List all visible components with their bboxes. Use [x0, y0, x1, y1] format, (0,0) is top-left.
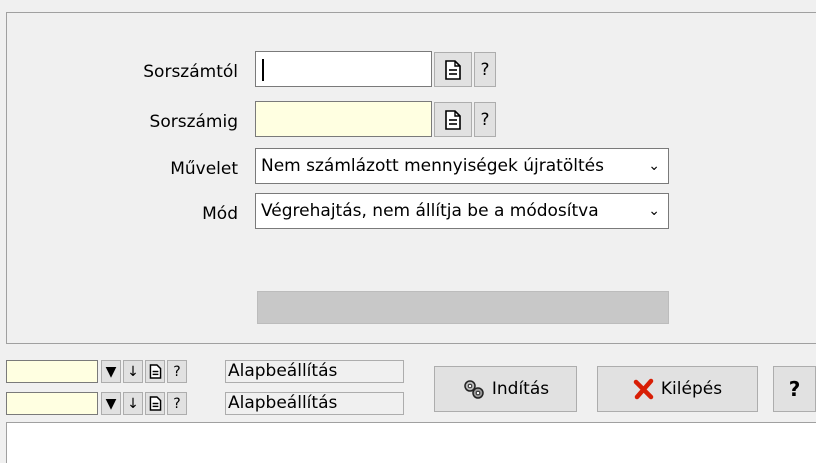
mode-value: Végrehajtás, nem állítja be a módosítva	[261, 201, 599, 221]
dropdown-arrow-icon: ▼	[105, 363, 117, 380]
to-number-help-button[interactable]: ?	[474, 102, 496, 137]
settings-row-1-download-button[interactable]: ↓	[123, 360, 143, 383]
document-icon	[445, 59, 461, 80]
from-number-picker-button[interactable]	[434, 52, 472, 87]
document-icon	[149, 396, 161, 411]
settings-row-2-dropdown-button[interactable]: ▼	[101, 392, 121, 415]
start-button-label: Indítás	[491, 379, 550, 399]
help-icon: ?	[480, 59, 490, 80]
help-icon: ?	[480, 109, 490, 130]
from-number-label: Sorszámtól	[143, 62, 238, 82]
close-x-icon	[633, 378, 654, 400]
start-button[interactable]: Indítás	[434, 366, 577, 412]
operation-label: Művelet	[170, 159, 238, 179]
settings-row-2-label: Alapbeállítás	[225, 392, 404, 415]
settings-row-2-input[interactable]	[6, 392, 98, 415]
help-button[interactable]: ?	[773, 366, 816, 412]
help-icon: ?	[173, 395, 181, 412]
text-caret	[262, 59, 264, 81]
message-panel	[6, 422, 816, 463]
settings-row-1-dropdown-button[interactable]: ▼	[101, 360, 121, 383]
gears-icon	[464, 380, 484, 399]
settings-row-2-download-button[interactable]: ↓	[123, 392, 143, 415]
settings-row-1-help-button[interactable]: ?	[167, 360, 187, 383]
help-icon: ?	[173, 363, 181, 380]
document-icon	[149, 364, 161, 379]
operation-select[interactable]: Nem számlázott mennyiségek újratöltés ⌄	[255, 148, 669, 184]
arrow-down-icon: ↓	[127, 363, 139, 380]
exit-button-label: Kilépés	[660, 379, 723, 399]
help-icon: ?	[788, 377, 801, 401]
chevron-down-icon: ⌄	[648, 203, 660, 219]
exit-button[interactable]: Kilépés	[597, 366, 758, 412]
to-number-label: Sorszámig	[149, 112, 238, 132]
settings-row-1-input[interactable]	[6, 360, 98, 383]
settings-row-1-document-button[interactable]	[145, 360, 165, 383]
settings-row-2-help-button[interactable]: ?	[167, 392, 187, 415]
mode-label: Mód	[202, 204, 238, 224]
document-icon	[445, 109, 461, 130]
to-number-input[interactable]	[255, 101, 432, 137]
mode-select[interactable]: Végrehajtás, nem állítja be a módosítva …	[255, 193, 669, 229]
progress-bar	[257, 291, 669, 324]
chevron-down-icon: ⌄	[648, 158, 660, 174]
operation-value: Nem számlázott mennyiségek újratöltés	[261, 156, 604, 176]
from-number-input[interactable]	[255, 51, 432, 87]
settings-row-2-document-button[interactable]	[145, 392, 165, 415]
arrow-down-icon: ↓	[127, 395, 139, 412]
settings-row-1-label: Alapbeállítás	[225, 360, 404, 383]
dropdown-arrow-icon: ▼	[105, 395, 117, 412]
to-number-picker-button[interactable]	[434, 102, 472, 137]
from-number-help-button[interactable]: ?	[474, 52, 496, 87]
